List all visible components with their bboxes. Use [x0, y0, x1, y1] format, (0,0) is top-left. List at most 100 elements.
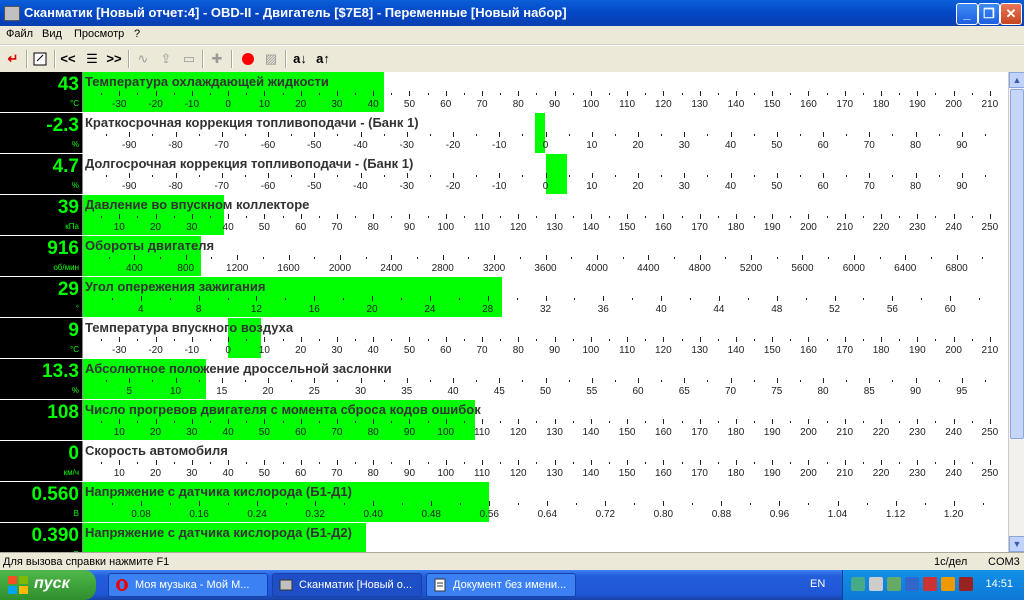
exit-icon[interactable]: ↵	[3, 49, 23, 69]
next-icon[interactable]: >>	[104, 49, 124, 69]
gauge-tick-label: 100	[437, 222, 455, 233]
gauge-tick	[638, 378, 639, 383]
gauge-row[interactable]: 0.390ВНапряжение с датчика кислорода (Б1…	[0, 523, 1008, 552]
gauge-tick	[627, 91, 629, 96]
tray-icon[interactable]	[887, 577, 901, 591]
scroll-down-button[interactable]: ▼	[1009, 536, 1024, 552]
list-icon[interactable]: ☰	[82, 49, 102, 69]
tray-icon[interactable]	[869, 577, 883, 591]
menu-browse[interactable]: Просмотр	[74, 28, 124, 40]
gauge-tick-label: 44	[713, 304, 725, 315]
gauge-row[interactable]: 916 об/мин 400 800 1200 1600 2000 2400 2800 3200 3…	[0, 236, 1008, 278]
gauge-tick-label: 36	[597, 304, 609, 315]
gauge-minor-tick	[717, 93, 719, 95]
gauge-minor-tick	[892, 380, 894, 382]
gauge-tick-label: 90	[549, 345, 561, 356]
task-document[interactable]: Документ без имени...	[426, 573, 576, 597]
start-button[interactable]: пуск	[0, 570, 96, 600]
gauge-tick-label: 30	[186, 222, 198, 233]
gauge-tick-label: 250	[981, 222, 999, 233]
gauge-row[interactable]: -2.3% -90 -80 -70 -60 -50 -40 -30 -20 -10 0 10 20 30 4…	[0, 113, 1008, 155]
gauge-tick-label: -10	[184, 345, 200, 356]
gauge-tick	[590, 337, 592, 342]
gauge-tick	[989, 337, 991, 342]
gauge-tick-label: 200	[945, 99, 962, 110]
gauge-row[interactable]: 4.7% -90 -80 -70 -60 -50 -40 -30 -20 -10 0 10 20 30 40…	[0, 154, 1008, 196]
gauge-row[interactable]: 39 кПа 10 20 30 40 50 60 70 80 90 100 110 120 130 140 15…	[0, 195, 1008, 237]
gauge-row[interactable]: 13.3% 5 10 15 20 25 30 35 40 45 50 55 60 65 70 75 80 85 90…	[0, 359, 1008, 401]
tray-icon[interactable]	[941, 577, 955, 591]
scroll-thumb[interactable]	[1010, 89, 1024, 439]
gauge-row[interactable]: 0.560 В 0.08 0.16 0.24 0.32 0.40 0.48 0.56 0.64 0.…	[0, 482, 1008, 524]
report-icon[interactable]	[30, 49, 50, 69]
close-button[interactable]: ✕	[1000, 3, 1022, 25]
scroll-up-button[interactable]: ▲	[1009, 72, 1024, 88]
gauge-minor-tick	[463, 216, 465, 218]
gauge-tick-label: 28	[482, 304, 494, 315]
gauge-minor-tick	[337, 175, 339, 177]
upload-icon[interactable]: ⇪	[156, 49, 176, 69]
gauge-row[interactable]: 29 ° 4 8 12 16 20 24 28 32 36 40 44 48 52 56 60 Угол опер…	[0, 277, 1008, 319]
gauge-minor-tick	[790, 462, 792, 464]
gauge-tick-label: 130	[691, 99, 708, 110]
gauge-row[interactable]: 9 °C -30 -20 -10 0 10 20 30 40 50 60 70 80 90 100 110 120…	[0, 318, 1008, 360]
gauge-tick	[482, 460, 484, 465]
menu-view[interactable]: Вид	[42, 28, 62, 40]
gauge-minor-tick	[198, 134, 200, 136]
tray-icon[interactable]	[923, 577, 937, 591]
value-display: 0.390В	[0, 523, 83, 552]
gauge-tick	[953, 501, 955, 506]
gauge-tick-label: 210	[836, 427, 854, 438]
gauge-minor-tick	[518, 503, 520, 505]
wave-icon[interactable]: ∿	[133, 49, 153, 69]
document-icon	[434, 578, 446, 592]
gauge-minor-tick	[707, 175, 709, 177]
gauge-tick-label: 30	[186, 427, 198, 438]
gauge-tick-label: 140	[582, 222, 600, 233]
print-icon[interactable]: ▭	[179, 49, 199, 69]
tray-icon[interactable]	[905, 577, 919, 591]
gauge-tick-label: 110	[619, 345, 636, 356]
task-music[interactable]: Моя музыка - Мой М...	[108, 573, 268, 597]
gauge-minor-tick	[101, 216, 103, 218]
gauge-minor-tick	[173, 93, 175, 95]
sort-desc-icon[interactable]: a↑	[313, 49, 333, 69]
minimize-button[interactable]: _	[956, 3, 978, 25]
gauge-tick	[953, 214, 955, 219]
gauge-tick-label: 30	[678, 181, 690, 192]
maximize-button[interactable]: ❐	[978, 3, 1000, 25]
gauge-minor-tick	[690, 298, 692, 300]
gauge-tick-label: 150	[618, 222, 636, 233]
prev-icon[interactable]: <<	[58, 49, 78, 69]
gauge-tick-label: 40	[655, 304, 667, 315]
gauge-row[interactable]: 0 км/ч 10 20 30 40 50 60 70 80 90 100 110 120 130 140 15…	[0, 441, 1008, 483]
gauge-tick-label: -70	[214, 140, 229, 151]
gauge-tick-label: 90	[956, 140, 968, 151]
gauge-minor-tick	[826, 339, 828, 341]
plugin-icon[interactable]: ✚	[207, 49, 227, 69]
gauge-minor-tick	[681, 216, 683, 218]
gauge-value: 0.390	[31, 525, 79, 546]
vertical-scrollbar[interactable]: ▲ ▼	[1008, 72, 1024, 552]
language-indicator[interactable]: EN	[810, 578, 825, 590]
gauge-tick-label: 50	[258, 427, 270, 438]
image-icon[interactable]: ▨	[261, 49, 281, 69]
gauge-tick	[772, 214, 774, 219]
gauge-tick-label: -80	[168, 181, 183, 192]
tray-icon[interactable]	[851, 577, 865, 591]
tray-icon[interactable]	[959, 577, 973, 591]
gauge-tick	[917, 214, 919, 219]
gauge-minor-tick	[826, 462, 828, 464]
menu-file[interactable]: Файл	[6, 28, 33, 40]
gauge-minor-tick	[717, 216, 719, 218]
gauge-row[interactable]: 43 °C -30 -20 -10 0 10 20 30 40 50 60 70 80 90 100 110 12…	[0, 72, 1008, 114]
record-icon[interactable]	[238, 49, 258, 69]
gauge-tick	[391, 255, 393, 260]
gauge-minor-tick	[862, 421, 864, 423]
gauge-tick-label: 60	[295, 222, 307, 233]
task-scanmatic[interactable]: Сканматик [Новый о...	[272, 573, 422, 597]
sort-asc-icon[interactable]: a↓	[290, 49, 310, 69]
gauge-tick-label: 2800	[431, 263, 454, 274]
menu-help[interactable]: ?	[134, 28, 140, 40]
gauge-row[interactable]: 108 10 20 30 40 50 60 70 80 90 100 110 120 130 140 150 1…	[0, 400, 1008, 442]
